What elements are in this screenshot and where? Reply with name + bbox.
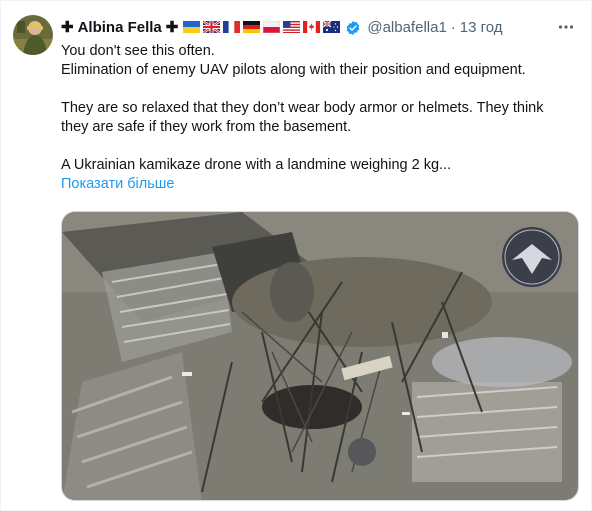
aerial-rubble-image [62,212,578,500]
show-more-link[interactable]: Показати більше [61,175,174,194]
tweet-line: A Ukrainian kamikaze drone with a landmi… [61,157,452,173]
cross-symbol: ✚ [61,19,74,36]
ukraine-flag-icon [183,21,201,33]
tweet-text: You don't see this often. Elimination of… [61,42,581,194]
uk-flag-icon [203,21,221,33]
australia-flag-icon [323,21,341,33]
usa-flag-icon [283,21,301,33]
tweet-line: You don't see this often. [61,43,215,59]
tweet-line: they are safe if they work from the base… [61,119,352,135]
tweet-card[interactable]: ✚ Albina Fella ✚ @albafella1 · 13 год Yo… [0,0,592,511]
verified-badge-icon[interactable] [345,20,361,36]
tweet-header: ✚ Albina Fella ✚ @albafella1 · 13 год [61,16,503,38]
cross-symbol: ✚ [165,19,179,36]
separator-dot: · [450,18,456,36]
tweet-video-media[interactable] [61,211,579,501]
poland-flag-icon [263,21,281,33]
tweet-line: They are so relaxed that they don’t wear… [61,100,544,116]
france-flag-icon [223,21,241,33]
flag-list [183,21,341,33]
germany-flag-icon [243,21,261,33]
author-avatar[interactable] [13,15,53,55]
author-name[interactable]: Albina Fella [78,19,162,36]
more-options-icon[interactable] [555,16,577,38]
canada-flag-icon [303,21,321,33]
tweet-line: Elimination of enemy UAV pilots along wi… [61,62,526,78]
author-handle[interactable]: @albafella1 [367,19,446,36]
tweet-timestamp[interactable]: 13 год [460,19,503,36]
